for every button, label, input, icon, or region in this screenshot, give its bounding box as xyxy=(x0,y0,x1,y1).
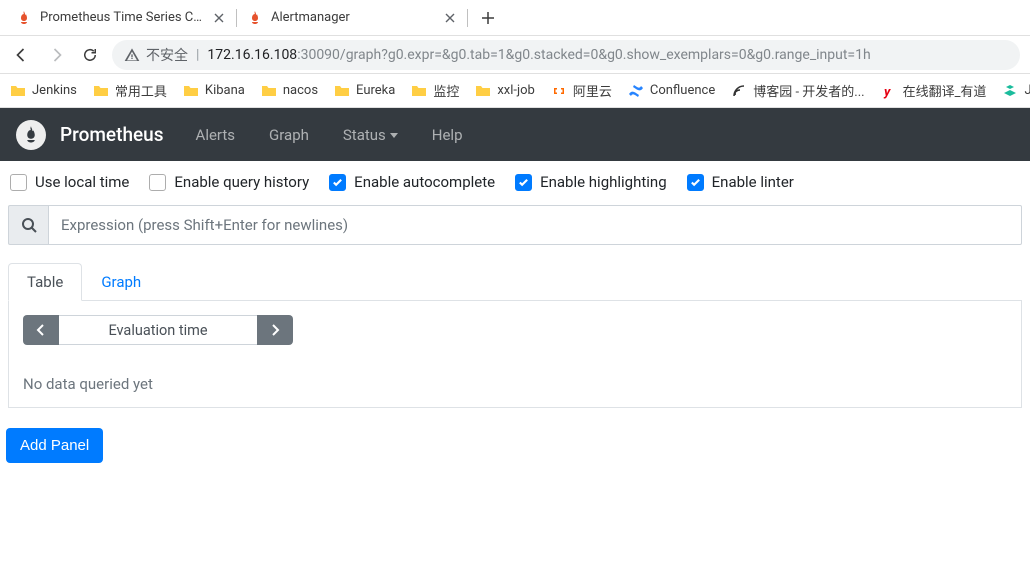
checkbox-enable-linter[interactable]: Enable linter xyxy=(687,173,794,191)
query-options-row: Use local time Enable query history Enab… xyxy=(0,161,1030,201)
juejin-icon xyxy=(1002,83,1018,99)
bookmark-jenkins[interactable]: Jenkins xyxy=(10,83,77,99)
checkbox-label: Enable highlighting xyxy=(540,173,667,191)
forward-button[interactable] xyxy=(44,43,68,67)
bookmark-label: 常用工具 xyxy=(115,81,167,100)
nav-link-graph[interactable]: Graph xyxy=(255,118,323,152)
checkbox-enable-highlighting[interactable]: Enable highlighting xyxy=(515,173,667,191)
eval-time-next-button[interactable] xyxy=(257,315,293,345)
bookmark-cnblogs[interactable]: 博客园 - 开发者的... xyxy=(731,81,864,100)
new-tab-button[interactable] xyxy=(474,4,502,32)
aliyun-icon xyxy=(551,83,567,99)
checkbox-icon xyxy=(10,174,27,191)
checkbox-label: Enable linter xyxy=(712,173,794,191)
bookmark-kibana[interactable]: Kibana xyxy=(183,83,245,99)
caret-down-icon xyxy=(390,133,398,138)
tab-separator xyxy=(467,9,468,27)
nav-link-alerts[interactable]: Alerts xyxy=(182,118,250,152)
bookmark-monitoring[interactable]: 监控 xyxy=(411,81,459,100)
bookmark-label: Confluence xyxy=(650,83,715,98)
checkbox-checked-icon xyxy=(687,174,704,191)
checkbox-enable-query-history[interactable]: Enable query history xyxy=(149,173,309,191)
add-panel-button[interactable]: Add Panel xyxy=(6,428,103,463)
bookmark-label: Jenkins xyxy=(32,83,77,98)
no-data-message: No data queried yet xyxy=(23,375,1007,393)
alertmanager-favicon-icon xyxy=(247,10,263,26)
bookmark-label: Eureka xyxy=(356,83,395,98)
checkbox-use-local-time[interactable]: Use local time xyxy=(10,173,129,191)
browser-tab-strip: Prometheus Time Series Collec Alertmanag… xyxy=(0,0,1030,36)
bookmark-label: 博客园 - 开发者的... xyxy=(753,81,864,100)
tab-close-icon[interactable] xyxy=(443,11,457,25)
prometheus-navbar: Prometheus Alerts Graph Status Help xyxy=(0,108,1030,161)
browser-tab-alertmanager[interactable]: Alertmanager xyxy=(237,2,467,34)
tab-table[interactable]: Table xyxy=(8,263,82,301)
checkbox-checked-icon xyxy=(329,174,346,191)
security-label: 不安全 xyxy=(146,45,188,65)
bookmark-label: xxl-job xyxy=(497,83,534,98)
bookmark-aliyun[interactable]: 阿里云 xyxy=(551,81,612,100)
tab-title: Prometheus Time Series Collec xyxy=(40,10,204,25)
folder-icon xyxy=(261,83,277,99)
bookmark-label: Ju xyxy=(1024,83,1030,98)
bookmark-xxljob[interactable]: xxl-job xyxy=(475,83,534,99)
bookmark-label: 阿里云 xyxy=(573,81,612,100)
folder-icon xyxy=(10,83,26,99)
bookmark-label: nacos xyxy=(283,83,318,98)
security-warning: 不安全 xyxy=(124,45,188,65)
brand-title: Prometheus xyxy=(60,123,164,146)
svg-text:y: y xyxy=(883,85,891,99)
bookmark-nacos[interactable]: nacos xyxy=(261,83,318,99)
checkbox-label: Use local time xyxy=(35,173,129,191)
browser-toolbar: 不安全 | 172.16.16.108:30090/graph?g0.expr=… xyxy=(0,36,1030,74)
bookmark-youdao[interactable]: y 在线翻译_有道 xyxy=(881,81,987,100)
nav-link-status[interactable]: Status xyxy=(329,118,412,152)
checkbox-icon xyxy=(149,174,166,191)
back-button[interactable] xyxy=(10,43,34,67)
prometheus-favicon-icon xyxy=(16,10,32,26)
expression-input[interactable]: Expression (press Shift+Enter for newlin… xyxy=(48,205,1022,245)
bookmark-juejin[interactable]: Ju xyxy=(1002,83,1030,99)
panel-body: Evaluation time No data queried yet xyxy=(8,301,1022,408)
folder-icon xyxy=(93,83,109,99)
bookmark-eureka[interactable]: Eureka xyxy=(334,83,395,99)
url-text: 172.16.16.108:30090/graph?g0.expr=&g0.ta… xyxy=(207,47,870,63)
reload-button[interactable] xyxy=(78,43,102,67)
prometheus-brand[interactable]: Prometheus xyxy=(16,120,164,150)
tab-close-icon[interactable] xyxy=(212,11,226,25)
bookmark-label: 在线翻译_有道 xyxy=(903,81,987,100)
folder-icon xyxy=(334,83,350,99)
eval-time-prev-button[interactable] xyxy=(23,315,59,345)
evaluation-time-input[interactable]: Evaluation time xyxy=(59,315,257,345)
tab-title: Alertmanager xyxy=(271,10,435,25)
url-bar[interactable]: 不安全 | 172.16.16.108:30090/graph?g0.expr=… xyxy=(112,40,1020,70)
youdao-icon: y xyxy=(881,83,897,99)
checkbox-enable-autocomplete[interactable]: Enable autocomplete xyxy=(329,173,495,191)
checkbox-label: Enable autocomplete xyxy=(354,173,495,191)
confluence-icon xyxy=(628,83,644,99)
folder-icon xyxy=(475,83,491,99)
bookmarks-bar: Jenkins 常用工具 Kibana nacos Eureka 监控 xxl-… xyxy=(0,74,1030,108)
prometheus-logo-icon xyxy=(16,120,46,150)
bookmark-label: Kibana xyxy=(205,83,245,98)
browser-tab-prometheus[interactable]: Prometheus Time Series Collec xyxy=(6,2,236,34)
evaluation-time-group: Evaluation time xyxy=(23,315,293,345)
bookmark-label: 监控 xyxy=(433,81,459,100)
folder-icon xyxy=(183,83,199,99)
search-icon xyxy=(8,205,48,245)
expression-input-group: Expression (press Shift+Enter for newlin… xyxy=(8,205,1022,245)
nav-link-help[interactable]: Help xyxy=(418,118,477,152)
warning-icon xyxy=(124,47,140,63)
bookmark-tools[interactable]: 常用工具 xyxy=(93,81,167,100)
bookmark-confluence[interactable]: Confluence xyxy=(628,83,715,99)
cnblogs-icon xyxy=(731,83,747,99)
checkbox-checked-icon xyxy=(515,174,532,191)
tab-graph[interactable]: Graph xyxy=(82,263,160,301)
folder-icon xyxy=(411,83,427,99)
view-tabs: Table Graph xyxy=(8,263,1022,301)
checkbox-label: Enable query history xyxy=(174,173,309,191)
url-separator: | xyxy=(196,47,199,63)
